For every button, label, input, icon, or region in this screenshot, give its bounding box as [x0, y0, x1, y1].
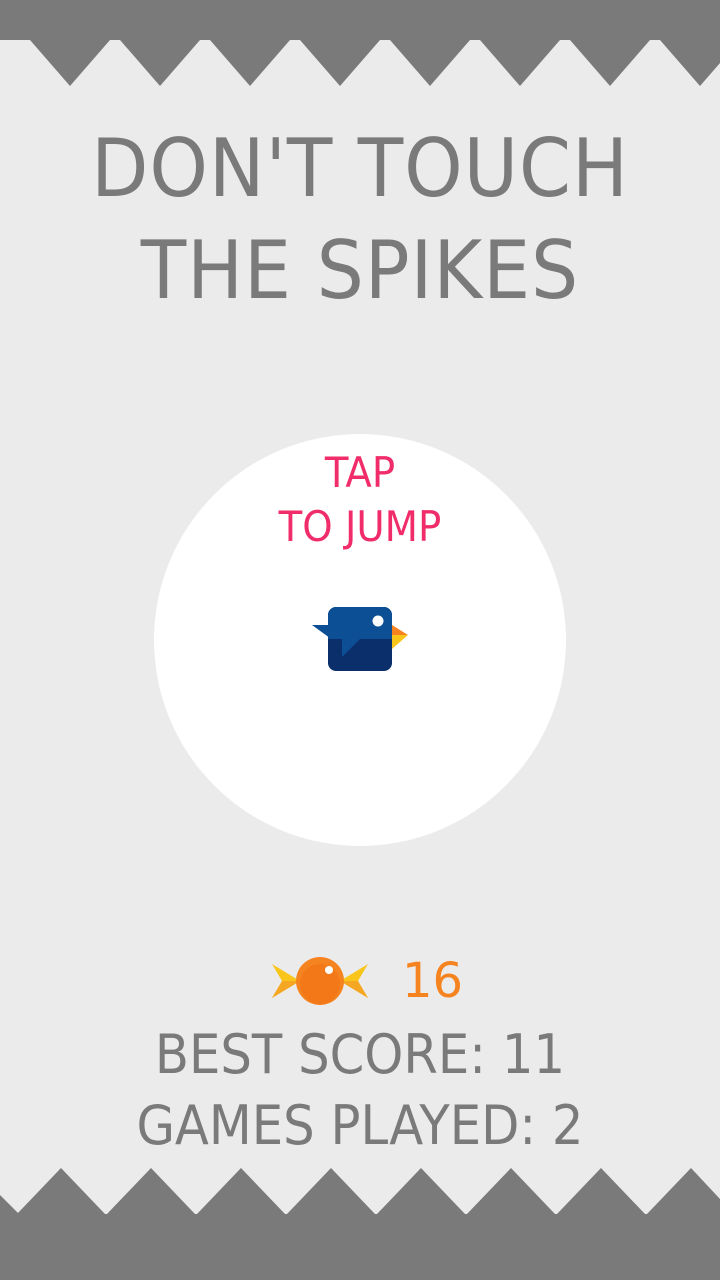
top-spikes [0, 0, 720, 86]
title-line-1: DON'T TOUCH [91, 122, 629, 215]
candy-counter: 16 [268, 950, 468, 1014]
bird-character-icon [312, 607, 408, 671]
candy-icon [272, 957, 368, 1005]
best-score: BEST SCORE: 11 [154, 1023, 566, 1086]
candy-count: 16 [402, 953, 464, 1009]
tap-to-jump-prompt: TAP TO JUMP [29, 446, 691, 554]
bottom-spikes [0, 1168, 720, 1280]
games-played: GAMES PLAYED: 2 [136, 1094, 584, 1157]
game-screen[interactable]: DON'T TOUCH THE SPIKES TAP TO JUMP 16 BE… [0, 0, 720, 1280]
game-title: DON'T TOUCH THE SPIKES [25, 118, 695, 322]
title-line-2: THE SPIKES [140, 224, 580, 317]
prompt-line-1: TAP [324, 448, 396, 497]
prompt-line-2: TO JUMP [278, 502, 442, 551]
